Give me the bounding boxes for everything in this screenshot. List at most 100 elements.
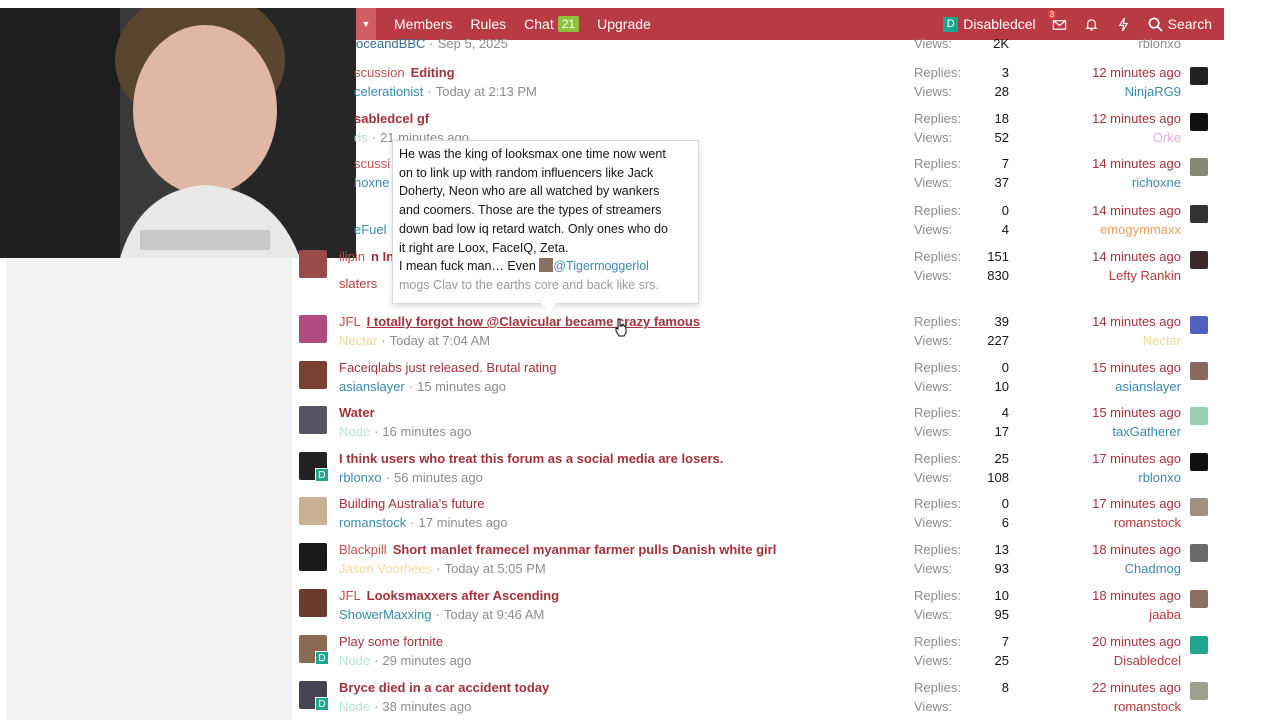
last-poster[interactable]: taxGatherer [1064, 424, 1181, 443]
thread-starter-avatar[interactable] [299, 250, 327, 278]
last-poster[interactable]: romanstock [1064, 515, 1181, 534]
last-post: 14 minutes ago richoxne [1064, 156, 1181, 194]
thread-starter-avatar[interactable] [299, 315, 327, 343]
last-post-time[interactable]: 14 minutes ago [1064, 203, 1181, 222]
last-post-time[interactable]: 18 minutes ago [1064, 588, 1181, 607]
thread-prefix[interactable]: JFL [339, 314, 361, 329]
thread-author[interactable]: hoxne [354, 175, 389, 190]
last-post-time[interactable]: 14 minutes ago [1064, 156, 1181, 175]
last-poster-avatar[interactable] [1190, 362, 1208, 380]
thread-title[interactable]: Water [339, 405, 375, 420]
thread-starter-avatar[interactable] [299, 361, 327, 389]
last-poster[interactable]: romanstock [1064, 699, 1181, 718]
thread-title[interactable]: sabledcel gf [354, 111, 429, 126]
last-post-time[interactable]: 18 minutes ago [1064, 542, 1181, 561]
thread-starter-avatar[interactable]: D [299, 681, 329, 711]
thread-title[interactable]: Short manlet framecel myanmar farmer pul… [393, 542, 777, 557]
last-poster[interactable]: Chadmog [1064, 561, 1181, 580]
last-poster[interactable]: jaaba [1064, 607, 1181, 626]
last-poster-avatar[interactable] [1190, 636, 1208, 654]
last-post-time[interactable]: 22 minutes ago [1064, 680, 1181, 699]
replies-label: Replies: [914, 111, 961, 126]
thread-prefix[interactable]: ilipin [339, 249, 365, 264]
last-poster[interactable]: Disabledcel [1064, 653, 1181, 672]
last-post-time[interactable]: 15 minutes ago [1064, 405, 1181, 424]
last-poster-avatar[interactable] [1190, 316, 1208, 334]
last-poster-avatar[interactable] [1190, 498, 1208, 516]
last-post-time[interactable]: 17 minutes ago [1064, 496, 1181, 515]
thread-starter-avatar[interactable] [299, 497, 327, 525]
thread-title[interactable]: Bryce died in a car accident today [339, 680, 549, 695]
last-poster-avatar[interactable] [1190, 544, 1208, 562]
last-poster-avatar[interactable] [1190, 205, 1208, 223]
views-label: Views: [914, 470, 953, 485]
last-post-time[interactable]: 20 minutes ago [1064, 634, 1181, 653]
thread-title[interactable]: I totally forgot how @Clavicular became … [367, 314, 700, 329]
last-post-time[interactable]: 14 minutes ago [1064, 314, 1181, 333]
thread-starter-avatar[interactable]: D [299, 452, 329, 482]
thread-author[interactable]: eFuel [354, 222, 387, 237]
thread-author[interactable]: Node [339, 653, 370, 668]
thread-author[interactable]: asianslayer [339, 379, 405, 394]
thread-author[interactable]: ShowerMaxxing [339, 607, 432, 622]
last-poster[interactable]: rblonxo [1064, 470, 1181, 489]
last-poster-avatar[interactable] [1190, 407, 1208, 425]
thread-starter-avatar[interactable]: D [299, 635, 329, 665]
views-label: Views: [914, 333, 953, 348]
last-poster[interactable]: rblonxo [1064, 36, 1181, 55]
replies-value: 7 [1001, 156, 1009, 171]
last-poster[interactable]: emogymmaxx [1064, 222, 1181, 241]
thread-title[interactable]: Play some fortnite [339, 634, 443, 649]
last-post-time[interactable]: 12 minutes ago [1064, 65, 1181, 84]
thread-author[interactable]: ds [354, 130, 368, 145]
user-mention[interactable]: @Tigermoggerlol [553, 259, 649, 273]
last-poster[interactable]: richoxne [1064, 175, 1181, 194]
last-poster-avatar[interactable] [1190, 113, 1208, 131]
left-panel [6, 258, 292, 720]
tooltip-line: Doherty, Neon who are all watched by wan… [399, 184, 660, 199]
last-poster-avatar[interactable] [1190, 453, 1208, 471]
last-post-time[interactable]: 14 minutes ago [1064, 249, 1181, 268]
thread-author[interactable]: celerationist [354, 84, 423, 99]
views-label: Views: [914, 175, 953, 190]
thread-title[interactable]: Editing [411, 65, 455, 80]
thread-stats: Replies: 10 Views: 95 [914, 588, 1009, 626]
thread-author[interactable]: Nectar [339, 333, 377, 348]
thread-prefix[interactable]: scussion [354, 65, 405, 80]
thread-prefix[interactable]: scussi [354, 156, 390, 171]
last-post: 14 minutes ago Lefty Rankin [1064, 249, 1181, 287]
last-poster[interactable]: asianslayer [1064, 379, 1181, 398]
thread-author[interactable]: oceandBBC [356, 36, 425, 51]
thread-author[interactable]: romanstock [339, 515, 406, 530]
thread-author[interactable]: Jason Voorhees [339, 561, 432, 576]
thread-author[interactable]: slaters [339, 276, 377, 291]
thread-starter-avatar[interactable] [299, 406, 327, 434]
last-poster-avatar[interactable] [1190, 590, 1208, 608]
thread-prefix[interactable]: Blackpill [339, 542, 387, 557]
last-poster-avatar[interactable] [1190, 682, 1208, 700]
thread-author[interactable]: rblonxo [339, 470, 382, 485]
tooltip-line: I mean fuck man… Even @Tigermoggerlol [399, 257, 692, 276]
thread-author[interactable]: Node [339, 424, 370, 439]
thread-date: Today at 2:13 PM [435, 84, 537, 99]
last-poster-avatar[interactable] [1190, 67, 1208, 85]
last-post-time[interactable]: 15 minutes ago [1064, 360, 1181, 379]
last-post-time[interactable]: 12 minutes ago [1064, 111, 1181, 130]
replies-label: Replies: [914, 203, 961, 218]
thread-prefix[interactable]: JFL [339, 588, 361, 603]
thread-starter-avatar[interactable] [299, 543, 327, 571]
last-poster[interactable]: NinjaRG9 [1064, 84, 1181, 103]
thread-starter-avatar[interactable] [299, 589, 327, 617]
last-poster-avatar[interactable] [1190, 158, 1208, 176]
last-poster[interactable]: Nectar [1064, 333, 1181, 352]
last-post-time[interactable]: 17 minutes ago [1064, 451, 1181, 470]
last-poster-avatar[interactable] [1190, 251, 1208, 269]
thread-title[interactable]: Building Australia's future [339, 496, 485, 511]
thread-stats: Replies: 13 Views: 93 [914, 542, 1009, 580]
last-poster[interactable]: Lefty Rankin [1064, 268, 1181, 287]
thread-title[interactable]: Looksmaxxers after Ascending [367, 588, 559, 603]
thread-author[interactable]: Node [339, 699, 370, 714]
thread-title[interactable]: Faceiqlabs just released. Brutal rating [339, 360, 557, 375]
thread-title[interactable]: I think users who treat this forum as a … [339, 451, 723, 466]
last-poster[interactable]: Orke [1064, 130, 1181, 149]
